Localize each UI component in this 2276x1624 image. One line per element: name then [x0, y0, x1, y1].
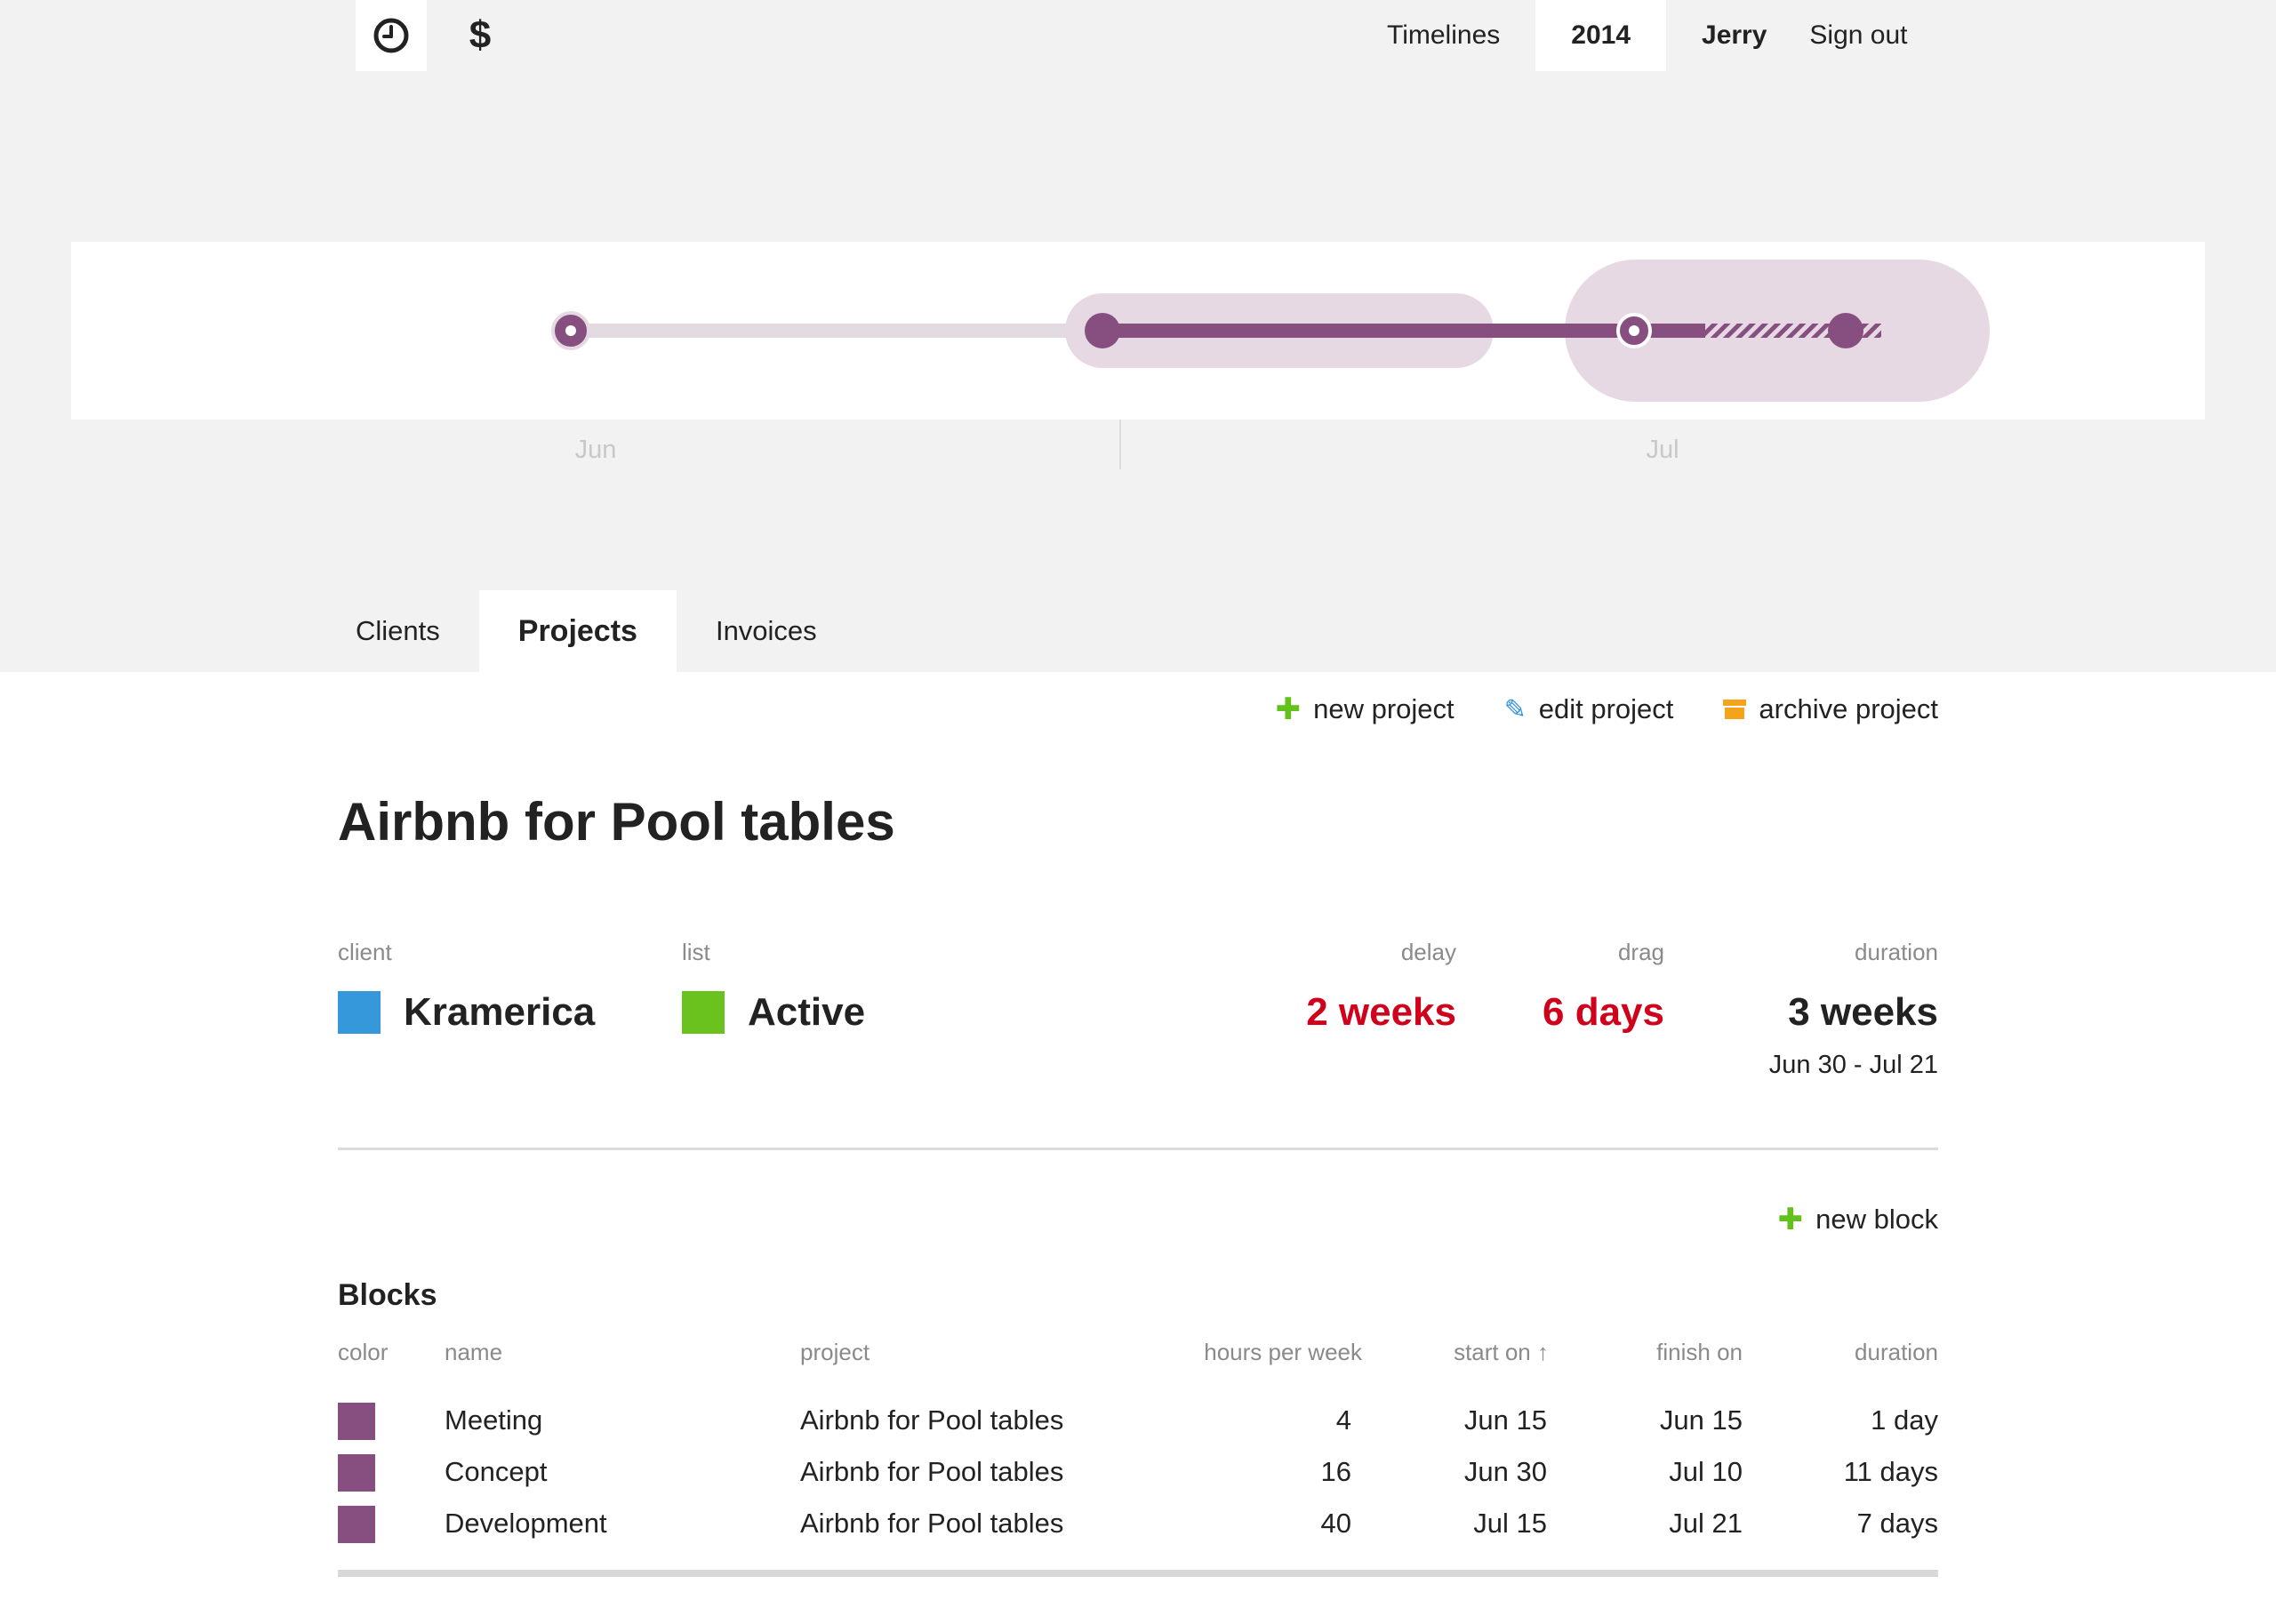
project-actions: ✚ new project ✎ edit project archive pro…	[1276, 692, 1938, 727]
block-finish: Jun 15	[1659, 1404, 1743, 1436]
block-start: Jul 15	[1473, 1508, 1547, 1539]
project-timeline	[71, 242, 2205, 420]
tab-invoices[interactable]: Invoices	[677, 590, 856, 672]
plus-icon: ✚	[1777, 1203, 1804, 1236]
edit-project-label: edit project	[1538, 693, 1674, 724]
delay-label: delay	[1400, 939, 1456, 965]
list-value[interactable]: Active	[682, 990, 865, 1035]
block-color-swatch	[338, 1403, 375, 1440]
pencil-icon: ✎	[1503, 694, 1527, 724]
month-label-jun: Jun	[574, 436, 617, 464]
block-name: Development	[445, 1508, 607, 1539]
tab-projects[interactable]: Projects	[478, 590, 677, 672]
list-label: list	[682, 939, 710, 965]
client-value[interactable]: Kramerica	[338, 990, 595, 1035]
home-button[interactable]	[356, 0, 427, 71]
timeline-active-bar	[1102, 324, 1705, 338]
block-start: Jun 15	[1463, 1404, 1547, 1436]
new-block-label: new block	[1815, 1204, 1938, 1235]
block-hours: 40	[1320, 1508, 1351, 1539]
clock-icon	[373, 18, 409, 53]
section-tabs: Clients Projects Invoices	[317, 590, 856, 672]
block-name: Concept	[445, 1456, 548, 1487]
dollar-icon: $	[469, 13, 492, 57]
project-title: Airbnb for Pool tables	[338, 792, 895, 852]
marker-development-inner	[1629, 325, 1639, 336]
client-name: Kramerica	[404, 990, 596, 1034]
column-duration[interactable]: duration	[1855, 1339, 1938, 1366]
client-color-swatch	[338, 991, 381, 1034]
block-finish: Jul 10	[1669, 1456, 1743, 1487]
new-project-button[interactable]: ✚ new project	[1276, 692, 1455, 727]
money-button[interactable]: $	[445, 0, 516, 71]
block-duration: 1 day	[1871, 1404, 1938, 1436]
nav-timelines[interactable]: Timelines	[1351, 0, 1535, 71]
column-hours[interactable]: hours per week	[1204, 1339, 1362, 1366]
block-finish: Jul 21	[1669, 1508, 1743, 1539]
nav-user[interactable]: Jerry	[1666, 20, 1788, 51]
duration-dates: Jun 30 - Jul 21	[1768, 1051, 1938, 1079]
duration-label: duration	[1855, 939, 1938, 965]
top-nav: Timelines 2014 Jerry Sign out	[1351, 0, 1908, 71]
delay-value: 2 weeks	[1306, 990, 1456, 1034]
table-row[interactable]: Development Airbnb for Pool tables 40 Ju…	[0, 1499, 2276, 1550]
tab-clients[interactable]: Clients	[317, 590, 479, 672]
month-label-jul: Jul	[1646, 436, 1679, 464]
drag-label: drag	[1617, 939, 1664, 965]
marker-meeting-inner	[565, 325, 576, 336]
column-finish[interactable]: finish on	[1656, 1339, 1743, 1366]
new-project-label: new project	[1313, 693, 1455, 724]
block-name: Meeting	[445, 1404, 543, 1436]
table-bottom-border	[338, 1570, 1938, 1577]
timeline-graphic	[551, 260, 1990, 402]
list-color-swatch	[682, 991, 725, 1034]
list-name: Active	[748, 990, 866, 1034]
archive-project-button[interactable]: archive project	[1723, 692, 1938, 727]
block-project: Airbnb for Pool tables	[800, 1456, 1064, 1487]
column-color: color	[338, 1339, 389, 1365]
client-label: client	[338, 939, 392, 965]
block-color-swatch	[338, 1506, 375, 1543]
drag-value: 6 days	[1543, 990, 1664, 1034]
archive-icon	[1723, 700, 1747, 719]
nav-year[interactable]: 2014	[1535, 0, 1667, 71]
section-divider	[338, 1148, 1938, 1150]
nav-signout[interactable]: Sign out	[1788, 20, 1907, 51]
column-project[interactable]: project	[800, 1339, 870, 1366]
block-start: Jun 30	[1463, 1456, 1547, 1487]
marker-concept-start[interactable]	[1085, 313, 1120, 348]
duration-value: 3 weeks	[1788, 990, 1938, 1034]
block-duration: 11 days	[1843, 1456, 1938, 1487]
archive-project-label: archive project	[1759, 693, 1938, 724]
table-row[interactable]: Concept Airbnb for Pool tables 16 Jun 30…	[0, 1447, 2276, 1499]
block-hours: 16	[1320, 1456, 1351, 1487]
table-row[interactable]: Meeting Airbnb for Pool tables 4 Jun 15 …	[0, 1396, 2276, 1447]
block-project: Airbnb for Pool tables	[800, 1404, 1064, 1436]
marker-development-end[interactable]	[1828, 313, 1863, 348]
block-hours: 4	[1335, 1404, 1351, 1436]
new-block-button[interactable]: ✚ new block	[1778, 1202, 1938, 1237]
column-start[interactable]: start on ↑	[1454, 1339, 1549, 1366]
blocks-title: Blocks	[338, 1278, 437, 1312]
block-project: Airbnb for Pool tables	[800, 1508, 1064, 1539]
edit-project-button[interactable]: ✎ edit project	[1504, 692, 1674, 727]
block-color-swatch	[338, 1454, 375, 1492]
block-duration: 7 days	[1856, 1508, 1938, 1539]
month-divider	[1119, 420, 1121, 469]
plus-icon: ✚	[1275, 692, 1302, 726]
column-name[interactable]: name	[445, 1339, 502, 1366]
